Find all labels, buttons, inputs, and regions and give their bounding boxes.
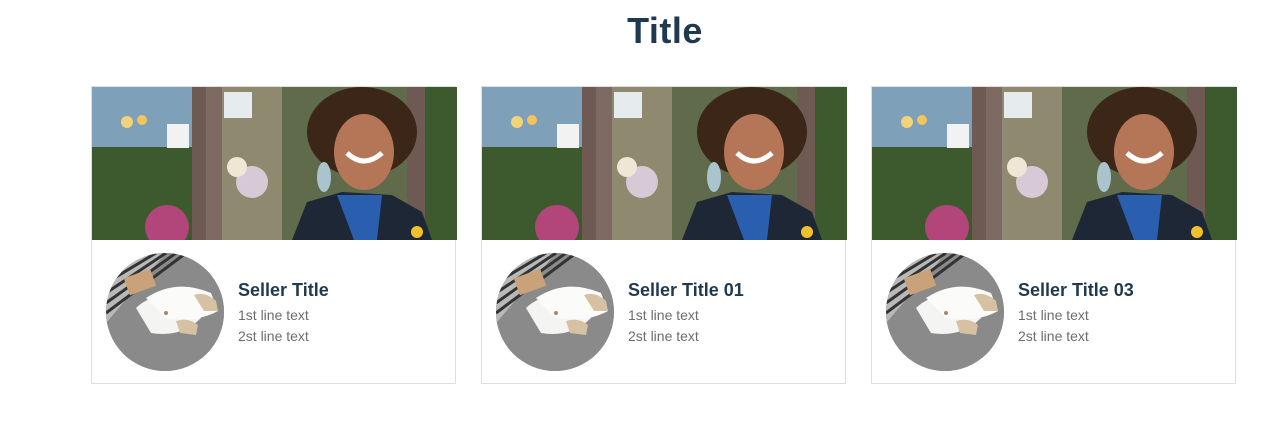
seller-card[interactable]: Seller Title 1st line text 2st line text	[91, 86, 457, 384]
seller-avatar-image	[496, 253, 614, 371]
seller-title[interactable]: Seller Title 01	[628, 280, 744, 301]
seller-title[interactable]: Seller Title 03	[1018, 280, 1134, 301]
page-title: Title	[627, 10, 703, 51]
seller-line-2: 2st line text	[628, 328, 699, 344]
seller-line-1: 1st line text	[1018, 307, 1089, 323]
seller-line-2: 2st line text	[1018, 328, 1089, 344]
seller-banner-image	[482, 87, 847, 240]
seller-avatar-image	[886, 253, 1004, 371]
seller-card[interactable]: Seller Title 01 1st line text 2st line t…	[481, 86, 847, 384]
seller-title[interactable]: Seller Title	[238, 280, 329, 301]
seller-line-1: 1st line text	[628, 307, 699, 323]
seller-line-2: 2st line text	[238, 328, 309, 344]
seller-line-1: 1st line text	[238, 307, 309, 323]
seller-banner-image	[92, 87, 457, 240]
seller-card[interactable]: Seller Title 03 1st line text 2st line t…	[871, 86, 1237, 384]
seller-avatar-image	[106, 253, 224, 371]
seller-banner-image	[872, 87, 1237, 240]
